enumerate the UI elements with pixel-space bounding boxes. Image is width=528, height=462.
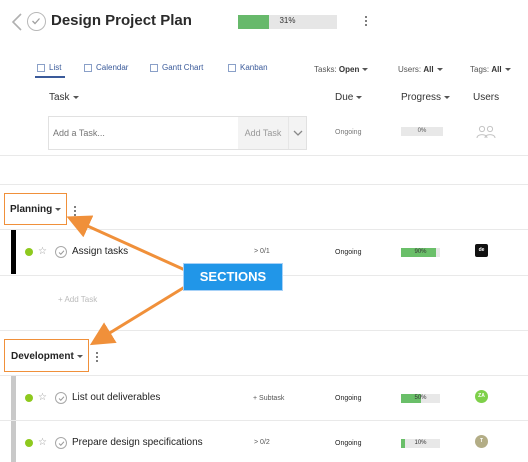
callout-arrow-planning [66,215,186,272]
callout-arrow-development [89,283,189,346]
annotation-arrows [66,215,189,346]
sections-callout: SECTIONS [183,263,283,291]
